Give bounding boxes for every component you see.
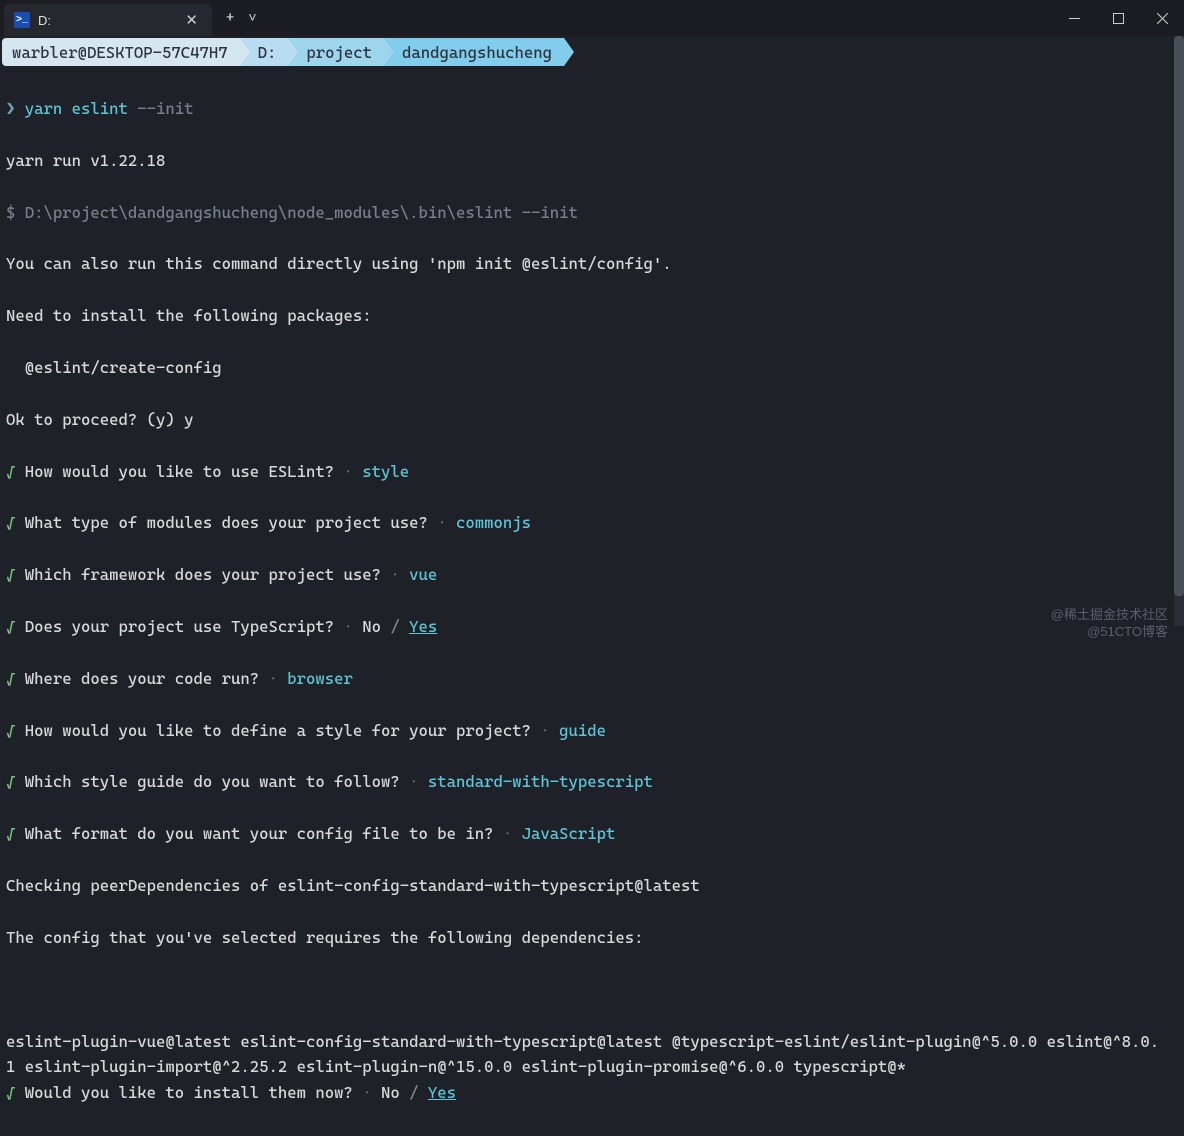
titlebar: >_ D: ✕ + ˅ [0, 0, 1184, 36]
tab-title: D: [38, 13, 173, 28]
command-line: ❯ yarn eslint --init [6, 96, 1178, 122]
output-line: The config that you've selected requires… [6, 925, 1178, 951]
command-text: yarn eslint [25, 99, 138, 118]
watermark-line: @稀土掘金技术社区 [1051, 607, 1168, 624]
command-flag: --init [137, 99, 193, 118]
minimize-button[interactable] [1052, 0, 1096, 36]
prompt-symbol: ❯ [6, 99, 15, 118]
crumb-folder: dandgangshucheng [384, 38, 564, 66]
scrollbar-thumb[interactable] [1174, 36, 1184, 596]
close-window-button[interactable] [1140, 0, 1184, 36]
output-line: Ok to proceed? (y) y [6, 407, 1178, 433]
crumb-user: warbler@DESKTOP-57C47H7 [2, 38, 240, 66]
new-tab-button[interactable]: + [226, 10, 234, 26]
tab-actions: + ˅ [212, 0, 257, 36]
output-line: Checking peerDependencies of eslint-conf… [6, 873, 1178, 899]
output-line: You can also run this command directly u… [6, 251, 1178, 277]
output-line [6, 977, 1178, 1003]
qa-line: √ What format do you want your config fi… [6, 821, 1178, 847]
tab-dropdown-icon[interactable]: ˅ [248, 10, 256, 27]
window-controls [1052, 0, 1184, 36]
output-line: @eslint/create-config [6, 355, 1178, 381]
powershell-icon: >_ [14, 12, 30, 28]
qa-line: √ How would you like to use ESLint? · st… [6, 459, 1178, 485]
install-prompt: √ Would you like to install them now? · … [6, 1080, 1178, 1106]
maximize-button[interactable] [1096, 0, 1140, 36]
qa-line: √ Which framework does your project use?… [6, 562, 1178, 588]
close-tab-icon[interactable]: ✕ [181, 11, 202, 29]
output-line: yarn run v1.22.18 [6, 148, 1178, 174]
qa-line: √ Where does your code run? · browser [6, 666, 1178, 692]
install-yes-option[interactable]: Yes [428, 1083, 456, 1102]
watermark-line: @51CTO博客 [1051, 624, 1168, 641]
crumb-project: project [288, 38, 384, 66]
qa-line: √ Which style guide do you want to follo… [6, 769, 1178, 795]
watermark: @稀土掘金技术社区 @51CTO博客 [1051, 607, 1168, 641]
deps-line: eslint-plugin-vue@latest eslint-config-s… [6, 1029, 1166, 1081]
terminal-tab[interactable]: >_ D: ✕ [4, 4, 212, 36]
scrollbar[interactable] [1174, 36, 1184, 626]
breadcrumb: warbler@DESKTOP-57C47H7 D: project dandg… [0, 36, 1184, 66]
qa-line: √ Does your project use TypeScript? · No… [6, 614, 1178, 640]
output-line: Need to install the following packages: [6, 303, 1178, 329]
terminal-output[interactable]: ❯ yarn eslint --init yarn run v1.22.18 $… [0, 66, 1184, 1136]
qa-line: √ How would you like to define a style f… [6, 718, 1178, 744]
output-line: $ D:\project\dandgangshucheng\node_modul… [6, 200, 1178, 226]
qa-line: √ What type of modules does your project… [6, 510, 1178, 536]
